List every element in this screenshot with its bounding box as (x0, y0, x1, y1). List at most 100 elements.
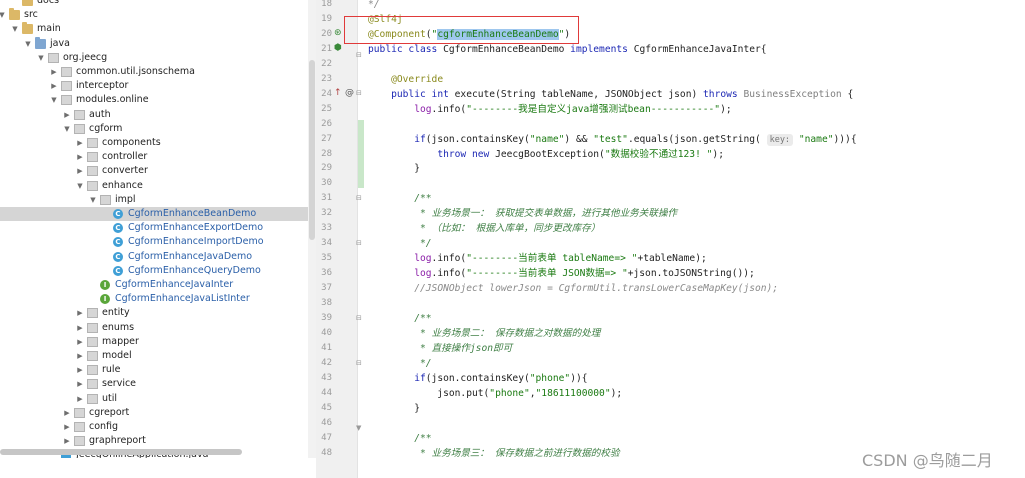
package-icon (74, 407, 85, 418)
tree-item[interactable]: ▶ interceptor (0, 79, 308, 93)
code-line[interactable]: log.info("--------我是自定义java增强测试bean-----… (368, 102, 731, 117)
collapse-arrow-icon[interactable]: ▶ (75, 377, 85, 391)
collapse-arrow-icon[interactable]: ▶ (75, 349, 85, 363)
tree-item[interactable]: ▼ org.jeecg (0, 51, 308, 65)
tree-horizontal-scrollbar[interactable] (0, 449, 242, 455)
code-line[interactable]: } (368, 161, 420, 176)
tree-item[interactable]: ▶ config (0, 420, 308, 434)
tree-scroll-thumb[interactable] (309, 60, 315, 240)
tree-item[interactable]: ▶ components (0, 136, 308, 150)
collapse-arrow-icon[interactable]: ▶ (49, 65, 59, 79)
code-line[interactable]: public class CgformEnhanceBeanDemo imple… (368, 42, 767, 57)
line-number: 40 (321, 327, 332, 338)
tree-item[interactable]: ▼ cgform (0, 122, 308, 136)
code-line[interactable]: /** (368, 431, 431, 446)
expand-arrow-icon[interactable]: ▼ (36, 51, 46, 65)
fold-toggle-icon[interactable]: ⊟ (356, 236, 362, 251)
collapse-arrow-icon[interactable]: ▶ (75, 150, 85, 164)
expand-arrow-icon[interactable]: ▼ (10, 22, 20, 36)
code-line[interactable]: */ (368, 356, 432, 371)
tree-item[interactable]: ▶ util (0, 392, 308, 406)
tree-item[interactable]: CgformEnhanceQueryDemo (0, 264, 308, 278)
code-line[interactable]: * 业务场景二： 保存数据之对数据的处理 (368, 326, 600, 341)
tree-item[interactable]: ▼ src (0, 8, 308, 22)
code-line[interactable]: * 直接操作json即可 (368, 341, 512, 356)
tree-item[interactable]: ▼ modules.online (0, 93, 308, 107)
tree-item[interactable]: CgformEnhanceJavaListInter (0, 292, 308, 306)
class-icon (113, 222, 123, 234)
code-line[interactable]: json.put("phone","18611100000"); (368, 386, 622, 401)
code-line[interactable]: throw new JeecgBootException("数据校验不通过123… (368, 147, 724, 162)
collapse-arrow-icon[interactable]: ▶ (75, 306, 85, 320)
code-line[interactable]: /** (368, 191, 431, 206)
code-line[interactable]: } (368, 401, 420, 416)
tree-item[interactable]: ▶ entity (0, 306, 308, 320)
tree-item[interactable]: CgformEnhanceJavaInter (0, 278, 308, 292)
code-line[interactable]: log.info("--------当前表单 tableName=> "+tab… (368, 251, 707, 266)
tree-item[interactable]: ▶ cgreport (0, 406, 308, 420)
expand-arrow-icon[interactable]: ▼ (49, 93, 59, 107)
tree-item[interactable]: ▼ enhance (0, 179, 308, 193)
collapse-arrow-icon[interactable]: ▶ (75, 136, 85, 150)
code-line[interactable]: log.info("--------当前表单 JSON数据=> "+json.t… (368, 266, 755, 281)
collapse-arrow-icon[interactable]: ▶ (75, 363, 85, 377)
override-icon[interactable]: ↑ (334, 86, 342, 101)
tree-item-label: cgreport (89, 406, 130, 418)
fold-toggle-icon[interactable]: ⊟ (356, 86, 362, 101)
collapse-arrow-icon[interactable]: ▶ (75, 164, 85, 178)
code-line[interactable]: if(json.containsKey("phone")){ (368, 371, 587, 386)
line-number: 38 (321, 298, 332, 308)
expand-arrow-icon[interactable]: ▼ (75, 179, 85, 193)
code-line[interactable]: * （比如： 根据入库单，同步更改库存） (368, 221, 600, 236)
expand-arrow-icon[interactable]: ▼ (88, 193, 98, 207)
tree-item[interactable]: ▶ graphreport (0, 434, 308, 448)
fold-toggle-icon[interactable]: ⊟ (356, 48, 362, 63)
fold-toggle-icon[interactable]: ⊟ (356, 191, 362, 206)
collapse-arrow-icon[interactable]: ▶ (75, 392, 85, 406)
collapse-arrow-icon[interactable]: ▶ (62, 108, 72, 122)
tree-item[interactable]: ▼ java (0, 36, 308, 51)
collapse-arrow-icon[interactable]: ▶ (49, 79, 59, 93)
tree-item[interactable]: ▼ main (0, 22, 308, 36)
code-line[interactable]: @Override (368, 72, 443, 87)
fold-toggle-icon[interactable]: ▼ (356, 421, 361, 436)
tree-item[interactable]: CgformEnhanceJavaDemo (0, 250, 308, 264)
expand-arrow-icon[interactable]: ▼ (0, 8, 7, 22)
code-editor[interactable]: */@Slf4j @Component("cgformEnhanceBeanDem… (368, 0, 1025, 478)
tree-item-label: CgformEnhanceImportDemo (128, 236, 264, 248)
collapse-arrow-icon[interactable]: ▶ (75, 335, 85, 349)
code-line[interactable]: public int execute(String tableName, JSO… (368, 87, 853, 102)
tree-item[interactable]: docs (0, 0, 308, 8)
code-line[interactable]: */ (368, 0, 380, 12)
tree-item[interactable]: CgformEnhanceBeanDemo (0, 207, 308, 222)
tree-item[interactable]: ▶ service (0, 377, 308, 391)
tree-item[interactable]: ▶ common.util.jsonschema (0, 65, 308, 79)
collapse-arrow-icon[interactable]: ▶ (62, 406, 72, 420)
tree-item[interactable]: CgformEnhanceExportDemo (0, 221, 308, 235)
expand-arrow-icon[interactable]: ▼ (62, 122, 72, 136)
fold-toggle-icon[interactable]: ⊟ (356, 311, 362, 326)
tree-item[interactable]: CgformEnhanceImportDemo (0, 235, 308, 249)
package-icon (87, 336, 98, 347)
collapse-arrow-icon[interactable]: ▶ (62, 420, 72, 434)
code-line[interactable]: //JSONObject lowerJson = CgformUtil.tran… (368, 281, 778, 296)
tree-item[interactable]: ▶ rule (0, 363, 308, 377)
line-number: 35 (321, 253, 332, 264)
code-line[interactable]: /** (368, 311, 431, 326)
tree-item[interactable]: ▶ mapper (0, 335, 308, 349)
tree-item[interactable]: ▶ enums (0, 321, 308, 335)
collapse-arrow-icon[interactable]: ▶ (62, 434, 72, 448)
collapse-arrow-icon[interactable]: ▶ (75, 321, 85, 335)
fold-toggle-icon[interactable]: ⊟ (356, 356, 362, 371)
tree-item[interactable]: ▶ controller (0, 150, 308, 164)
watermark: CSDN @鸟随二月 (862, 451, 993, 470)
tree-item[interactable]: ▶ converter (0, 164, 308, 178)
code-line[interactable]: if(json.containsKey("name") && "test".eq… (368, 132, 857, 147)
code-line[interactable]: * 业务场景一： 获取提交表单数据，进行其他业务关联操作 (368, 206, 677, 221)
tree-item[interactable]: ▶ auth (0, 108, 308, 122)
expand-arrow-icon[interactable]: ▼ (23, 37, 33, 51)
code-line[interactable]: */ (368, 236, 432, 251)
tree-item[interactable]: ▶ model (0, 349, 308, 363)
code-line[interactable]: * 业务场景三： 保存数据之前进行数据的校验 (368, 446, 620, 461)
tree-item[interactable]: ▼ impl (0, 193, 308, 207)
